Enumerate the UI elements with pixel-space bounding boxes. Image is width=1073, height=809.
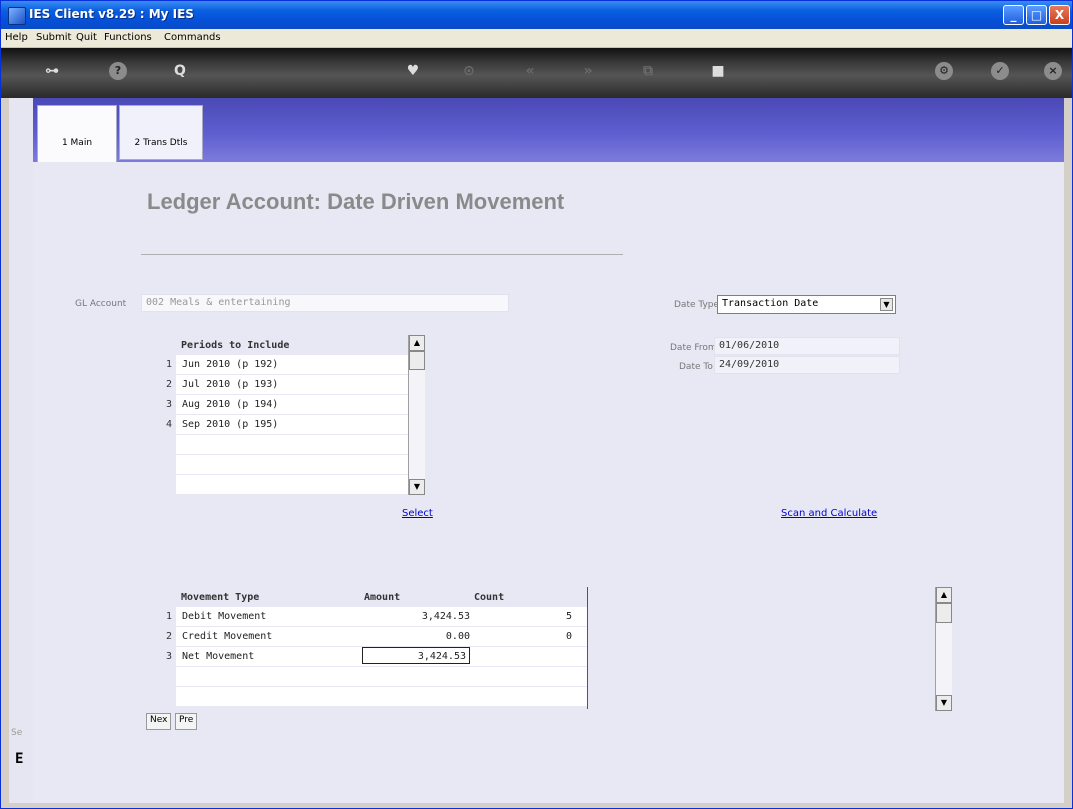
select-link[interactable]: Select — [402, 508, 433, 519]
minimize-button[interactable]: _ — [1003, 5, 1024, 25]
date-type-label: Date Type — [674, 300, 720, 310]
search-icon[interactable]: Q — [171, 62, 189, 80]
app-window: IES Client v8.29 : My IES _ □ X Help Sub… — [0, 0, 1073, 809]
table-row[interactable]: 2 Credit Movement 0.00 0 — [146, 627, 587, 647]
row-number: 2 — [146, 375, 176, 394]
movement-amount: 0.00 — [445, 631, 470, 642]
periods-scrollbar[interactable]: ▲ ▼ — [408, 335, 425, 495]
copy-icon[interactable]: ⧉ — [639, 62, 657, 80]
row-number: 1 — [146, 355, 176, 374]
date-type-select[interactable]: Transaction Date ▼ — [717, 295, 896, 314]
movement-scrollbar[interactable]: ▲ ▼ — [935, 587, 952, 711]
scroll-thumb[interactable] — [936, 603, 952, 623]
movement-type: Net Movement — [182, 651, 255, 662]
movement-type: Credit Movement — [182, 631, 273, 642]
periods-header: Periods to Include — [181, 340, 290, 351]
row-number: 2 — [146, 627, 176, 646]
menu-help[interactable]: Help — [5, 32, 28, 43]
date-from-field[interactable]: 01/06/2010 — [714, 337, 900, 355]
side-label: Se — [11, 728, 23, 738]
movement-grid: Movement Type Amount Count 1 Debit Movem… — [146, 587, 590, 709]
menu-commands[interactable]: Commands — [164, 32, 221, 43]
title-divider — [141, 254, 623, 255]
fast-forward-icon[interactable]: » — [579, 62, 597, 80]
left-strip — [9, 98, 34, 803]
heart-icon[interactable]: ♥ — [404, 62, 422, 80]
scroll-down-button[interactable]: ▼ — [936, 695, 952, 711]
list-item[interactable]: 3 Aug 2010 (p 194) — [146, 395, 408, 415]
prev-button[interactable]: Pre — [175, 713, 198, 730]
row-number — [146, 435, 176, 454]
row-number: 1 — [146, 607, 176, 626]
menu-bar: Help Submit Quit Functions Commands — [1, 29, 1072, 48]
periods-grid: Periods to Include 1 Jun 2010 (p 192) 2 … — [146, 335, 428, 495]
movement-amount: 3,424.53 — [421, 611, 470, 622]
row-number — [146, 687, 176, 706]
table-row[interactable]: 1 Debit Movement 3,424.53 5 — [146, 607, 587, 627]
toolbar: ⊶ ? Q ♥ ⊙ « » ⧉ ■ ⚙ ✓ × — [1, 48, 1072, 98]
scroll-up-button[interactable]: ▲ — [409, 335, 425, 351]
period-text: Jun 2010 (p 192) — [182, 359, 279, 370]
maximize-button[interactable]: □ — [1026, 5, 1047, 25]
list-item[interactable]: 2 Jul 2010 (p 193) — [146, 375, 408, 395]
amount-header: Amount — [364, 592, 401, 603]
tab-trans-dtls[interactable]: 2 Trans Dtls — [119, 105, 203, 160]
row-number: 4 — [146, 415, 176, 434]
gl-account-label: GL Account — [75, 299, 127, 309]
list-item-empty[interactable] — [146, 455, 408, 475]
key-icon[interactable]: ⊶ — [39, 62, 65, 80]
date-type-value: Transaction Date — [722, 298, 819, 309]
rewind-icon[interactable]: « — [521, 62, 539, 80]
movement-count: 5 — [565, 611, 572, 622]
next-button[interactable]: Nex — [146, 713, 172, 730]
clock-icon[interactable]: ⊙ — [460, 62, 478, 80]
app-icon — [8, 7, 26, 25]
scroll-up-button[interactable]: ▲ — [936, 587, 952, 603]
check-icon[interactable]: ✓ — [991, 62, 1009, 80]
list-item-empty[interactable] — [146, 435, 408, 455]
close-icon[interactable]: × — [1044, 62, 1062, 80]
table-row-empty[interactable] — [146, 667, 587, 687]
count-header: Count — [474, 592, 505, 603]
close-window-button[interactable]: X — [1049, 5, 1070, 25]
table-row[interactable]: 3 Net Movement 3,424.53 — [146, 647, 587, 667]
table-row-empty[interactable] — [146, 687, 587, 707]
chevron-down-icon[interactable]: ▼ — [880, 298, 893, 311]
row-number: 3 — [146, 395, 176, 414]
movement-type: Debit Movement — [182, 611, 267, 622]
row-number — [146, 455, 176, 474]
title-bar: IES Client v8.29 : My IES _ □ X — [1, 1, 1072, 29]
side-mark: E — [15, 751, 24, 767]
help-icon[interactable]: ? — [109, 62, 127, 80]
grid-divider — [587, 587, 588, 709]
period-text: Sep 2010 (p 195) — [182, 419, 279, 430]
list-item[interactable]: 1 Jun 2010 (p 192) — [146, 355, 408, 375]
movement-count: 0 — [565, 631, 572, 642]
movement-type-header: Movement Type — [181, 592, 260, 603]
row-number: 3 — [146, 647, 176, 666]
row-number — [146, 475, 176, 494]
menu-functions[interactable]: Functions — [104, 32, 152, 43]
scroll-thumb[interactable] — [409, 351, 425, 370]
menu-submit[interactable]: Submit — [36, 32, 71, 43]
list-item[interactable]: 4 Sep 2010 (p 195) — [146, 415, 408, 435]
scan-and-calculate-link[interactable]: Scan and Calculate — [781, 508, 877, 519]
date-to-label: Date To — [679, 362, 713, 372]
scroll-down-button[interactable]: ▼ — [409, 479, 425, 495]
gl-account-field[interactable]: 002 Meals & entertaining — [141, 294, 509, 312]
period-text: Jul 2010 (p 193) — [182, 379, 279, 390]
tab-main[interactable]: 1 Main — [37, 105, 117, 163]
list-item-empty[interactable] — [146, 475, 408, 495]
menu-quit[interactable]: Quit — [76, 32, 97, 43]
window-title: IES Client v8.29 : My IES — [29, 7, 194, 21]
date-from-label: Date From — [670, 343, 717, 353]
settings-icon[interactable]: ⚙ — [935, 62, 953, 80]
date-to-field[interactable]: 24/09/2010 — [714, 356, 900, 374]
stop-icon[interactable]: ■ — [709, 62, 727, 80]
period-text: Aug 2010 (p 194) — [182, 399, 279, 410]
row-number — [146, 667, 176, 686]
page-title: Ledger Account: Date Driven Movement — [147, 189, 565, 214]
movement-amount[interactable]: 3,424.53 — [362, 647, 470, 664]
